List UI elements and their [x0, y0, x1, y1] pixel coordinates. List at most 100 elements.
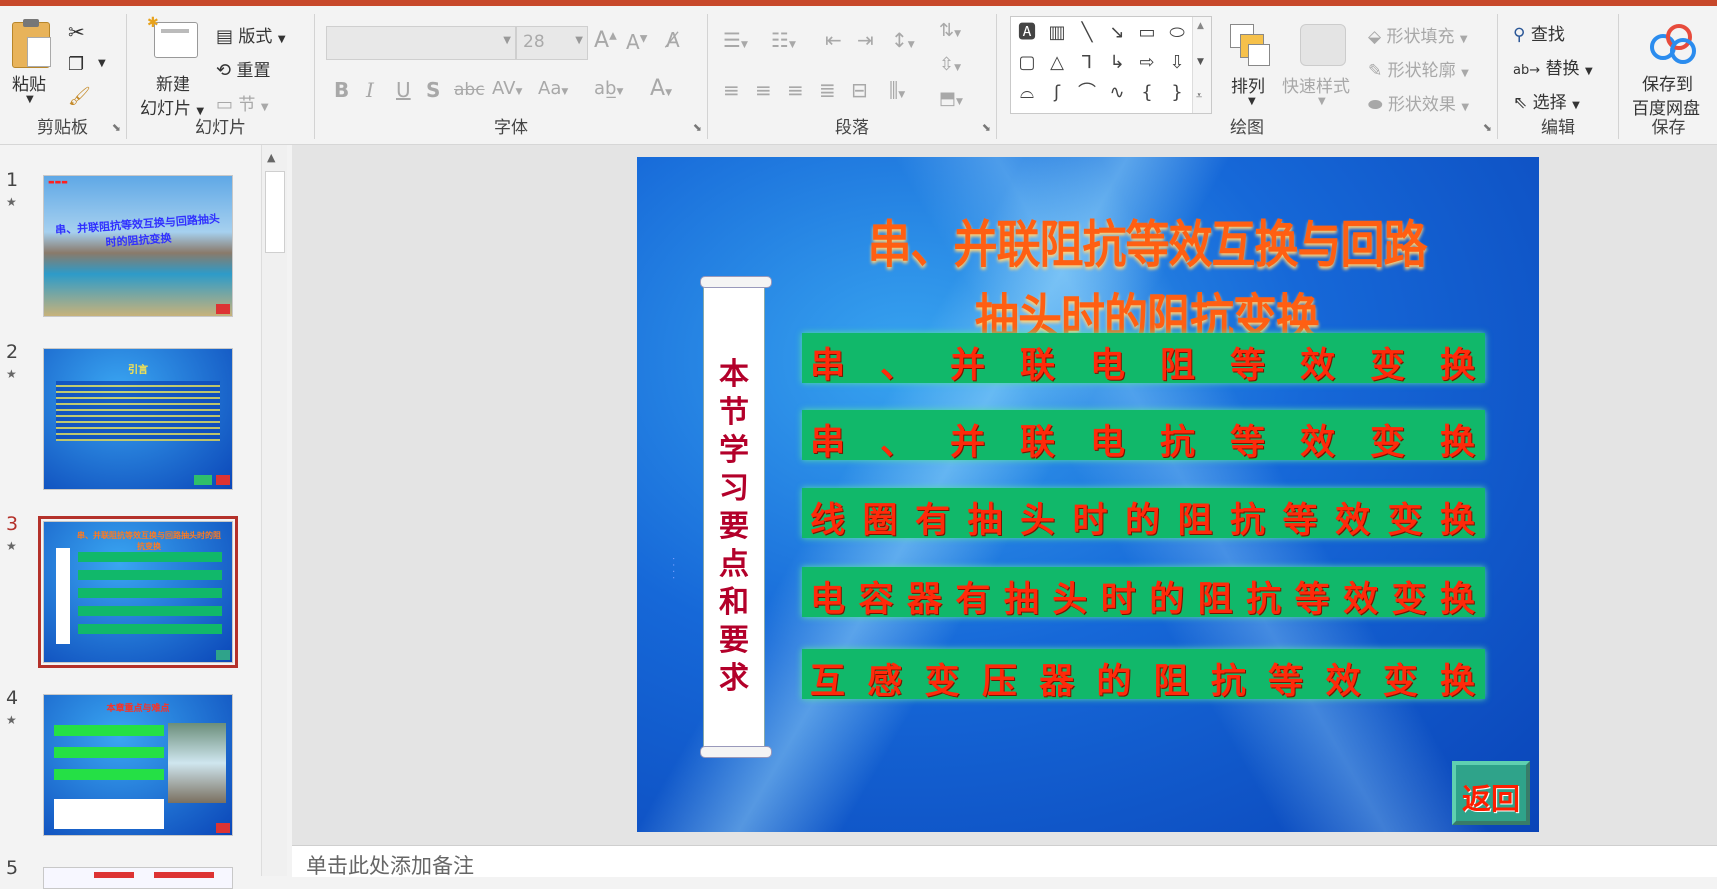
topic-item-1[interactable]: 串、并联电阻等效变换 — [802, 333, 1485, 386]
current-slide[interactable]: 串、并联阻抗等效互换与回路抽头时的阻抗变换 本节学习要点和要求 · · · · … — [637, 157, 1539, 832]
slide-thumbnail-2[interactable]: 引言 — [43, 348, 233, 490]
align-text-icon[interactable]: ⇳▼ — [939, 54, 961, 75]
shadow-icon[interactable]: S — [426, 78, 440, 102]
rounded-rectangle-shape-icon[interactable]: ▢ — [1013, 49, 1041, 77]
shape-effects-button[interactable]: ⬬ 形状效果 ▼ — [1368, 90, 1469, 115]
oval-shape-icon[interactable]: ⬭ — [1163, 19, 1191, 47]
layout-button[interactable]: ▤ 版式 ▼ — [216, 22, 286, 47]
freeform-shape-icon[interactable]: ⌓ — [1013, 79, 1041, 107]
justify-icon[interactable]: ≣ — [819, 78, 836, 102]
back-button[interactable]: 返回 — [1452, 761, 1530, 825]
save-to-button[interactable]: 保存到 — [1642, 70, 1693, 95]
italic-icon[interactable]: I — [366, 78, 374, 102]
right-arrow-shape-icon[interactable]: ⇨ — [1133, 49, 1161, 77]
slide-thumbnail-4[interactable]: 本章重点与难点 — [43, 694, 233, 836]
highlight-icon[interactable]: ab̲▼ — [594, 78, 623, 99]
triangle-shape-icon[interactable]: △ — [1043, 49, 1071, 77]
copy-icon[interactable]: ❐ — [68, 54, 84, 75]
character-spacing-icon[interactable]: AV▼ — [492, 78, 522, 99]
arc-shape-icon[interactable]: ⌒ — [1073, 79, 1101, 107]
elbow-connector-shape-icon[interactable]: ⅂ — [1073, 49, 1101, 77]
chevron-up-icon[interactable]: ▲ — [1197, 21, 1204, 31]
font-color-icon[interactable]: A▼ — [650, 76, 672, 101]
decrease-font-icon[interactable]: A▼ — [626, 30, 647, 54]
replace-button[interactable]: ab→ 替换 ▼ — [1513, 54, 1593, 79]
line-shape-icon[interactable]: ╲ — [1073, 19, 1101, 47]
thumbnail-mark — [154, 872, 214, 878]
vertical-textbox-shape-icon[interactable]: ▥ — [1043, 19, 1071, 47]
chevron-up-icon[interactable]: ▲ — [267, 151, 275, 164]
slide-thumbnail-5[interactable] — [43, 867, 233, 889]
shape-outline-label: 形状轮廓 — [1387, 61, 1456, 81]
increase-indent-icon[interactable]: ⇥ — [857, 28, 874, 52]
dialog-launcher-icon[interactable]: ⬊ — [693, 121, 702, 134]
topic-item-2[interactable]: 串、并联电抗等效变换 — [802, 410, 1485, 463]
select-button[interactable]: ⇖ 选择 ▼ — [1513, 88, 1580, 113]
text-direction-icon[interactable]: ⇅▼ — [939, 20, 961, 41]
textbox-shape-icon[interactable]: 🅰 — [1013, 19, 1041, 47]
quick-styles-button[interactable]: 快速样式 — [1282, 72, 1350, 97]
increase-font-icon[interactable]: A▲ — [594, 28, 617, 53]
right-brace-shape-icon[interactable]: } — [1163, 79, 1191, 107]
change-case-icon[interactable]: Aa▼ — [538, 78, 568, 99]
font-name-combo[interactable]: ▼ — [326, 26, 516, 60]
dialog-launcher-icon[interactable]: ⬊ — [112, 121, 121, 134]
thumbnail-scrollbar[interactable]: ▲ — [261, 145, 287, 876]
cut-icon[interactable]: ✂ — [68, 20, 85, 44]
arrange-button[interactable]: 排列 — [1231, 72, 1265, 97]
underline-icon[interactable]: U — [396, 78, 411, 102]
topic-item-3[interactable]: 线圈有抽头时的阻抗等效变换 — [802, 488, 1485, 541]
section-button[interactable]: ▭ 节 ▼ — [216, 90, 269, 115]
scrollbar-thumb[interactable] — [265, 171, 285, 253]
shapes-gallery[interactable]: 🅰 ▥ ╲ ↘ ▭ ⬭ ▢ △ ⅂ ↳ ⇨ ⇩ ⌓ ʃ ⌒ ∿ { } ▲ ▼ … — [1010, 16, 1212, 114]
find-button[interactable]: ⚲ 查找 — [1513, 20, 1565, 45]
format-painter-icon[interactable]: 🖌 — [68, 86, 91, 107]
elbow-arrow-shape-icon[interactable]: ↳ — [1103, 49, 1131, 77]
font-size-combo[interactable]: 28 ▼ — [516, 26, 588, 60]
chevron-down-icon[interactable]: ▼ — [26, 94, 34, 105]
shape-fill-button[interactable]: ⬙ 形状填充 ▼ — [1368, 22, 1468, 47]
rectangle-shape-icon[interactable]: ▭ — [1133, 19, 1161, 47]
smartart-icon[interactable]: ⬒▼ — [939, 88, 963, 109]
distributed-icon[interactable]: ⊟ — [851, 78, 868, 102]
curve-shape-icon[interactable]: ∿ — [1103, 79, 1131, 107]
bullets-icon[interactable]: ☰▼ — [723, 28, 748, 52]
slide-number: 3 — [6, 513, 19, 535]
thumbnail-row — [78, 552, 222, 562]
align-center-icon[interactable]: ≡ — [755, 78, 772, 102]
notes-pane[interactable]: 单击此处添加备注 — [292, 845, 1717, 878]
columns-icon[interactable]: ⫼▼ — [889, 78, 905, 102]
decrease-indent-icon[interactable]: ⇤ — [825, 28, 842, 52]
align-right-icon[interactable]: ≡ — [787, 78, 804, 102]
chevron-down-icon[interactable]: ▼ — [98, 58, 106, 69]
bold-icon[interactable]: B — [334, 78, 349, 102]
shape-outline-button[interactable]: ✎ 形状轮廓 ▼ — [1368, 56, 1469, 81]
gallery-scrollbar[interactable]: ▲ ▼ ⩡ — [1192, 17, 1211, 113]
gallery-more-icon[interactable]: ⩡ — [1196, 89, 1202, 103]
reset-button[interactable]: ⟲ 重置 — [216, 56, 271, 81]
strikethrough-icon[interactable]: abc — [454, 80, 485, 100]
scribble-shape-icon[interactable]: ʃ — [1043, 79, 1071, 107]
down-arrow-shape-icon[interactable]: ⇩ — [1163, 49, 1191, 77]
vertical-scroll-banner[interactable]: 本节学习要点和要求 — [700, 276, 772, 758]
slide-title[interactable]: 串、并联阻抗等效互换与回路抽头时的阻抗变换 — [847, 203, 1447, 350]
chevron-down-icon[interactable]: ▼ — [1318, 96, 1326, 107]
topic-item-5[interactable]: 互感变压器的阻抗等效变换 — [802, 649, 1485, 702]
paste-button[interactable]: 粘贴 — [12, 70, 46, 95]
faint-vertical-mark: · · · · — [667, 557, 678, 580]
align-left-icon[interactable]: ≡ — [723, 78, 740, 102]
left-brace-shape-icon[interactable]: { — [1133, 79, 1161, 107]
line-spacing-icon[interactable]: ↕▼ — [891, 28, 915, 52]
clear-format-icon[interactable]: A̸ — [666, 28, 680, 52]
numbering-icon[interactable]: ☷▼ — [771, 28, 796, 52]
group-separator — [126, 14, 127, 139]
slide-thumbnail-3[interactable]: 串、并联阻抗等效互换与回路抽头时的阻抗变换 — [38, 516, 238, 668]
slide-thumbnail-1[interactable]: ▬▬▬ 串、并联阻抗等效互换与回路抽头时的阻抗变换 — [43, 175, 233, 317]
dialog-launcher-icon[interactable]: ⬊ — [982, 121, 991, 134]
chevron-down-icon[interactable]: ▼ — [1197, 57, 1204, 67]
new-slide-button[interactable]: 新建 — [156, 70, 190, 95]
dialog-launcher-icon[interactable]: ⬊ — [1483, 121, 1492, 134]
topic-item-4[interactable]: 电容器有抽头时的阻抗等效变换 — [802, 567, 1485, 620]
chevron-down-icon[interactable]: ▼ — [1248, 96, 1256, 107]
arrow-line-shape-icon[interactable]: ↘ — [1103, 19, 1131, 47]
